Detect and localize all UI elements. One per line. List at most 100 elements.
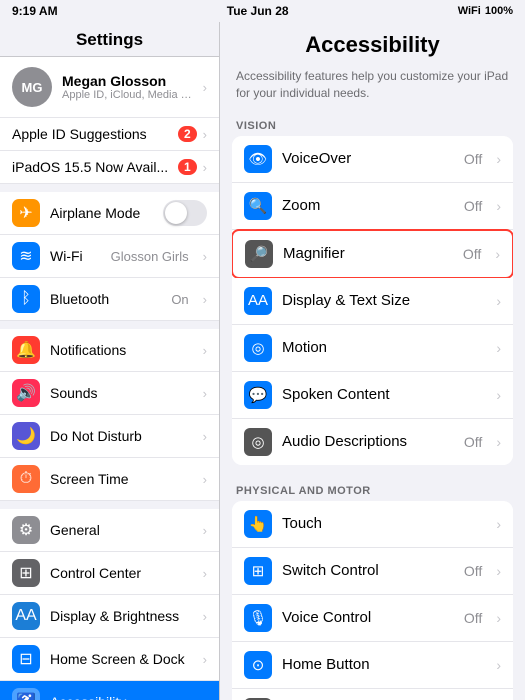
audiodesc-right-icon: ◎: [244, 428, 272, 456]
airplane-icon: ✈: [12, 199, 40, 227]
switchcontrol-right-chevron: ›: [496, 563, 501, 579]
update-label: iPadOS 15.5 Now Avail...: [12, 159, 168, 175]
sidebar-item-general[interactable]: ⚙ General ›: [0, 501, 219, 552]
airplane-label: Airplane Mode: [50, 205, 153, 221]
settings-header: Settings: [0, 22, 219, 57]
right-title: Accessibility: [220, 22, 525, 64]
general-chevron: ›: [203, 523, 207, 538]
voicecontrol-right-chevron: ›: [496, 610, 501, 626]
displaytextsize-right-chevron: ›: [496, 293, 501, 309]
homebutton-right-icon: ⊙: [244, 651, 272, 679]
right-item-homebutton[interactable]: ⊙ Home Button ›: [232, 642, 513, 689]
homebutton-right-label: Home Button: [282, 656, 482, 673]
audiodesc-right-label: Audio Descriptions: [282, 433, 454, 450]
main-layout: Settings MG Megan Glosson Apple ID, iClo…: [0, 22, 525, 700]
voicecontrol-right-label: Voice Control: [282, 609, 454, 626]
general-label: General: [50, 522, 193, 538]
switchcontrol-right-label: Switch Control: [282, 562, 454, 579]
touch-right-icon: 👆: [244, 510, 272, 538]
homebutton-right-chevron: ›: [496, 657, 501, 673]
suggestions-row[interactable]: Apple ID Suggestions 2 ›: [0, 118, 219, 151]
homescreen-chevron: ›: [203, 652, 207, 667]
wifi-label: Wi-Fi: [50, 248, 101, 264]
right-item-zoom[interactable]: 🔍ZoomOff›: [232, 183, 513, 230]
right-item-displaytextsize[interactable]: AADisplay & Text Size›: [232, 278, 513, 325]
sidebar-item-sounds[interactable]: 🔊Sounds›: [0, 372, 219, 415]
spokencontent-right-icon: 💬: [244, 381, 272, 409]
sidebar-item-displaybrightness[interactable]: AADisplay & Brightness›: [0, 595, 219, 638]
general-icon: ⚙: [12, 516, 40, 544]
update-right: 1 ›: [178, 159, 207, 175]
switchcontrol-right-icon: ⊞: [244, 557, 272, 585]
sidebar-item-wifi[interactable]: ≋ Wi-Fi Glosson Girls ›: [0, 235, 219, 278]
voiceover-right-label: VoiceOver: [282, 150, 454, 167]
right-item-spokencontent[interactable]: 💬Spoken Content›: [232, 372, 513, 419]
wifi-icon: WiFi: [458, 5, 481, 17]
donotdisturb-label: Do Not Disturb: [50, 428, 193, 444]
status-time: 9:19 AM: [12, 4, 58, 18]
right-item-touch[interactable]: 👆 Touch ›: [232, 501, 513, 548]
wifi-icon: ≋: [12, 242, 40, 270]
update-badge: 1: [178, 159, 197, 175]
sidebar-item-controlcenter[interactable]: ⊞ Control Center ›: [0, 552, 219, 595]
section-label-physical-and-motor: PHYSICAL AND MOTOR: [220, 477, 525, 501]
bluetooth-label: Bluetooth: [50, 291, 161, 307]
airplane-toggle[interactable]: [163, 200, 207, 226]
controlcenter-label: Control Center: [50, 565, 193, 581]
notifications-icon: 🔔: [12, 336, 40, 364]
profile-row[interactable]: MG Megan Glosson Apple ID, iCloud, Media…: [0, 57, 219, 118]
touch-right-chevron: ›: [496, 516, 501, 532]
audiodesc-right-value: Off: [464, 434, 482, 450]
update-row[interactable]: iPadOS 15.5 Now Avail... 1 ›: [0, 151, 219, 184]
magnifier-right-value: Off: [463, 246, 481, 262]
right-item-switchcontrol[interactable]: ⊞ Switch Control Off ›: [232, 548, 513, 595]
zoom-right-icon: 🔍: [244, 192, 272, 220]
profile-name: Megan Glosson: [62, 73, 193, 89]
homescreen-icon: ⊟: [12, 645, 40, 673]
switchcontrol-right-value: Off: [464, 563, 482, 579]
voiceover-right-value: Off: [464, 151, 482, 167]
sidebar-item-homescreen[interactable]: ⊟Home Screen & Dock›: [0, 638, 219, 681]
screentime-label: Screen Time: [50, 471, 193, 487]
bluetooth-icon: ᛒ: [12, 285, 40, 313]
sounds-label: Sounds: [50, 385, 193, 401]
battery-icon: 100%: [485, 5, 513, 17]
status-date: Tue Jun 28: [227, 4, 289, 18]
right-item-voiceover[interactable]: 👁VoiceOverOff›: [232, 136, 513, 183]
suggestions-label: Apple ID Suggestions: [12, 126, 147, 142]
profile-chevron: ›: [203, 80, 207, 95]
zoom-right-label: Zoom: [282, 197, 454, 214]
voicecontrol-right-value: Off: [464, 610, 482, 626]
update-chevron: ›: [203, 160, 207, 175]
controlcenter-chevron: ›: [203, 566, 207, 581]
sidebar-item-donotdisturb[interactable]: 🌙Do Not Disturb›: [0, 415, 219, 458]
wifi-value: Glosson Girls: [111, 249, 189, 264]
sidebar-item-airplane[interactable]: ✈ Airplane Mode: [0, 184, 219, 235]
notifications-label: Notifications: [50, 342, 193, 358]
right-item-appletvremote[interactable]: 📱Apple TV Remote›: [232, 689, 513, 700]
displaybrightness-icon: AA: [12, 602, 40, 630]
touch-right-label: Touch: [282, 515, 482, 532]
notifications-chevron: ›: [203, 343, 207, 358]
voiceover-right-icon: 👁: [244, 145, 272, 173]
sidebar-item-bluetooth[interactable]: ᛒBluetoothOn›: [0, 278, 219, 321]
right-item-magnifier[interactable]: 🔎MagnifierOff›: [232, 229, 513, 279]
magnifier-right-icon: 🔎: [245, 240, 273, 268]
section-list-physical-and-motor: 👆Touch›⊞Switch ControlOff›🎙Voice Control…: [232, 501, 513, 700]
controlcenter-icon: ⊞: [12, 559, 40, 587]
right-panel: Accessibility Accessibility features hel…: [220, 22, 525, 700]
left-panel: Settings MG Megan Glosson Apple ID, iClo…: [0, 22, 220, 700]
sidebar-item-screentime[interactable]: ⏱Screen Time›: [0, 458, 219, 501]
right-description: Accessibility features help you customiz…: [220, 64, 525, 112]
section-list-vision: 👁 VoiceOver Off › 🔍 Zoom Off › 🔎MagnifierOff›AAD…: [232, 136, 513, 465]
bluetooth-value: On: [171, 292, 188, 307]
sidebar-item-notifications[interactable]: 🔔 Notifications ›: [0, 321, 219, 372]
zoom-right-value: Off: [464, 198, 482, 214]
motion-right-icon: ◎: [244, 334, 272, 362]
right-item-motion[interactable]: ◎Motion›: [232, 325, 513, 372]
motion-right-chevron: ›: [496, 340, 501, 356]
right-item-audiodesc[interactable]: ◎Audio DescriptionsOff›: [232, 419, 513, 465]
right-item-voicecontrol[interactable]: 🎙Voice ControlOff›: [232, 595, 513, 642]
sidebar-item-accessibility[interactable]: ♿Accessibility›: [0, 681, 219, 700]
wifi-chevron: ›: [203, 249, 207, 264]
